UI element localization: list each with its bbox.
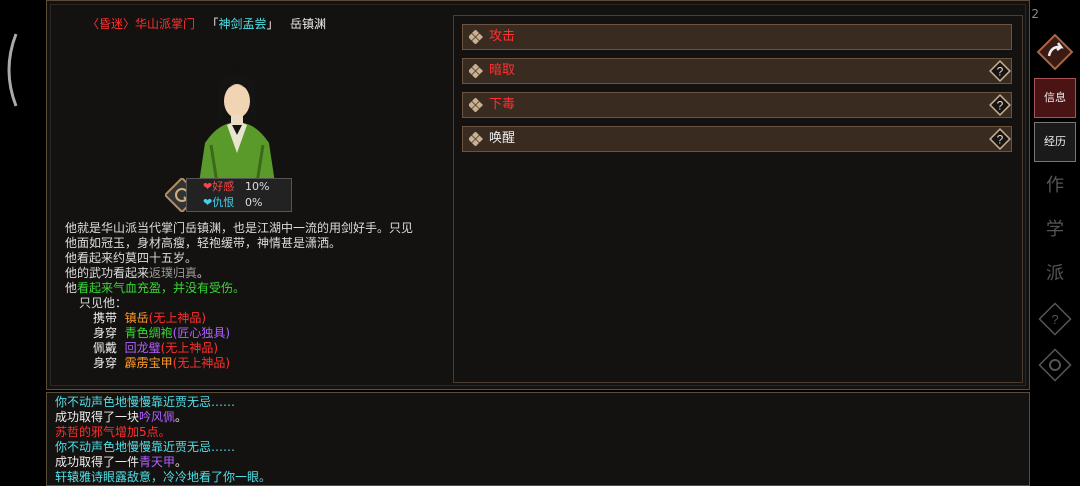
equipment-close: )	[213, 341, 219, 355]
action-label: 暗取	[489, 63, 516, 78]
log-fragment: 苏哲的邪气增加5点。	[55, 425, 171, 439]
equipment-close: )	[225, 356, 231, 370]
action-label: 攻击	[489, 29, 516, 44]
equipment-list: 携带 镇岳(无上神品) 身穿 青色绸袍(匠心独具) 佩戴 回龙璧(无上神品) 身穿 霹…	[65, 311, 415, 371]
help-question-icon[interactable]: ?	[987, 92, 1013, 118]
back-arrow-button[interactable]	[1034, 33, 1076, 74]
equipment-row: 携带 镇岳(无上神品)	[65, 311, 415, 326]
log-line: 成功取得了一件青天甲。	[55, 455, 1021, 470]
diamond-bullet-icon	[469, 64, 483, 78]
equipment-row: 身穿 霹雳宝甲(无上神品)	[65, 356, 415, 371]
equipment-item: 青色绸袍	[124, 326, 173, 340]
top-right-number: 2	[1031, 7, 1039, 21]
log-fragment: 成功取得了一块	[55, 410, 140, 424]
action-button[interactable]: 暗取?	[462, 58, 1012, 84]
intro-text: 他就是华山派当代掌门岳镇渊，也是江湖中一流的用剑好手。只见他面如冠玉，身材高瘦，…	[65, 221, 414, 250]
log-line: 苏哲的邪气增加5点。	[55, 425, 1021, 440]
settings-gear-icon[interactable]	[1034, 346, 1076, 386]
message-log: 你不动声色地慢慢靠近贾无忌…… 成功取得了一块吟风佩。 苏哲的邪气增加5点。 你不动声…	[46, 392, 1030, 486]
status-bracket-right: 〉	[123, 17, 136, 31]
equipment-item: 霹雳宝甲	[124, 356, 173, 370]
relation-stats: ❤好感 10% ❤仇恨 0%	[186, 178, 292, 212]
diamond-bullet-icon	[469, 30, 483, 44]
equipment-verb: 身穿	[93, 326, 125, 340]
svg-text:?: ?	[997, 65, 1004, 79]
action-button[interactable]: 下毒?	[462, 92, 1012, 118]
equipment-verb: 身穿	[93, 356, 125, 370]
sect-label: 华山派掌门	[135, 17, 196, 31]
character-info-panel: 〈昏迷〉华山派掌门 「神剑孟尝」 岳镇渊 ❤好感 10% ❤仇恨 0% 他就是华…	[46, 0, 1039, 390]
back-arrow-icon	[1036, 33, 1074, 71]
nickname: 神剑孟尝	[218, 17, 267, 31]
equipment-grade: 无上神品	[177, 356, 226, 370]
action-button[interactable]: 唤醒?	[462, 126, 1012, 152]
kungfu-text: 他的武功看起来返璞归真。	[65, 266, 210, 280]
character-name: 岳镇渊	[290, 17, 327, 31]
seen-label: 只见他：	[79, 296, 128, 310]
log-fragment: 你不动声色地慢慢靠近贾无忌……	[55, 395, 236, 409]
log-line: 轩辕雅诗眼露敌意，冷冷地看了你一眼。	[55, 470, 1021, 485]
equipment-grade: 匠心独具	[177, 326, 226, 340]
svg-text:?: ?	[997, 133, 1004, 147]
character-description: 他就是华山派当代掌门岳镇渊，也是江湖中一流的用剑好手。只见他面如冠玉，身材高瘦，…	[65, 221, 415, 371]
action-list: 攻击 暗取? 下毒? 唤醒?	[453, 15, 1023, 383]
log-fragment: 轩辕雅诗眼露敌意，冷冷地看了你一眼。	[55, 470, 272, 484]
help-question-icon[interactable]: ?	[987, 58, 1013, 84]
help-question-icon[interactable]: ?	[987, 126, 1013, 152]
action-button[interactable]: 攻击	[462, 24, 1012, 50]
equipment-close: )	[225, 326, 231, 340]
log-line: 成功取得了一块吟风佩。	[55, 410, 1021, 425]
log-line: 你不动声色地慢慢靠近贾无忌……	[55, 395, 1021, 410]
log-fragment: 你不动声色地慢慢靠近贾无忌……	[55, 440, 236, 454]
character-portrait	[199, 64, 275, 183]
log-fragment: 成功取得了一件	[55, 455, 140, 469]
tab-ghost-1[interactable]: 作	[1034, 166, 1076, 206]
tab-info[interactable]: 信息	[1034, 78, 1076, 118]
edge-swipe-indicator	[7, 33, 18, 107]
equipment-close: )	[201, 311, 207, 325]
log-fragment: 青天甲	[139, 455, 176, 469]
favor-value: 10%	[245, 180, 270, 193]
hatred-row: ❤仇恨 0%	[203, 195, 291, 211]
cyan-heart-icon: ❤仇恨	[203, 196, 235, 209]
svg-text:?: ?	[997, 99, 1004, 113]
log-fragment: 吟风佩	[139, 410, 176, 424]
tab-history[interactable]: 经历	[1034, 122, 1076, 162]
equipment-item: 镇岳	[124, 311, 149, 325]
character-header: 〈昏迷〉华山派掌门 「神剑孟尝」 岳镇渊	[87, 17, 327, 31]
equipment-row: 身穿 青色绸袍(匠心独具)	[65, 326, 415, 341]
svg-text:?: ?	[1051, 312, 1058, 327]
log-fragment: 。	[175, 410, 188, 424]
hatred-value: 0%	[245, 196, 263, 209]
equipment-item: 回龙璧	[124, 341, 161, 355]
status-label: 昏迷	[99, 17, 124, 31]
action-label: 下毒	[489, 97, 516, 112]
heart-icon: ❤好感	[203, 180, 235, 193]
help-icon[interactable]: ?	[1034, 300, 1076, 340]
equipment-verb: 携带	[93, 311, 125, 325]
equipment-grade: 无上神品	[165, 341, 214, 355]
log-fragment: 。	[175, 455, 188, 469]
equipment-verb: 佩戴	[93, 341, 125, 355]
favor-row: ❤好感 10%	[203, 179, 291, 195]
status-bracket-left: 〈	[87, 17, 100, 31]
health-text: 他看起来气血充盈，并没有受伤。	[65, 281, 246, 295]
tab-ghost-2[interactable]: 学	[1034, 210, 1076, 250]
diamond-bullet-icon	[469, 132, 483, 146]
action-label: 唤醒	[489, 131, 516, 146]
log-line: 你不动声色地慢慢靠近贾无忌……	[55, 440, 1021, 455]
equipment-row: 佩戴 回龙璧(无上神品)	[65, 341, 415, 356]
diamond-bullet-icon	[469, 98, 483, 112]
age-text: 他看起来约莫四十五岁。	[65, 251, 198, 265]
equipment-grade: 无上神品	[153, 311, 202, 325]
tab-ghost-3[interactable]: 派	[1034, 254, 1076, 294]
